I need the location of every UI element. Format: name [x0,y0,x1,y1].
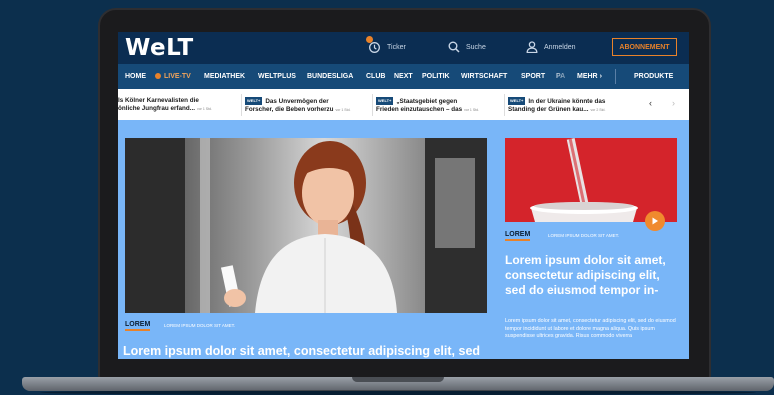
subscribe-button[interactable]: ABONNEMENT [612,38,677,56]
welt-logo[interactable]: WeLT [125,35,194,61]
nav-item-produkte[interactable]: PRODUKTE [634,73,673,80]
nav-item-next[interactable]: NEXT [394,73,413,80]
nav-item-live-tv-label: LIVE-TV [164,73,191,80]
nav-item-politik[interactable]: POLITIK [422,73,450,80]
main-nav: HOME LIVE-TV MEDIATHEK WELTPLUS BUNDESLI… [118,64,689,89]
side-story-kicker-sub: LOREM IPSUM DOLOR SIT AMET. [548,233,620,238]
side-story-teaser: Lorem ipsum dolor sit amet, consectetur … [505,318,676,339]
play-icon [652,217,658,225]
side-story-kicker[interactable]: LOREM [505,231,531,241]
ticker-item-line1: Das Unvermögen der [265,98,329,105]
ticker-item-line1: In der Ukraine könnte das [528,98,606,105]
search-button[interactable]: Suche [448,41,486,53]
ticker-label: Ticker [387,44,406,51]
ticker-item-line2: Standing der Grünen kau... [508,106,589,113]
drink-cup-photo [505,138,677,222]
news-ticker: Is Kölner Karnevalisten die önliche Jung… [118,89,689,120]
clock-icon [369,42,380,53]
laptop-shadow [40,390,756,395]
nav-more-button[interactable]: MEHR › [577,73,602,80]
nav-divider [615,69,616,84]
nav-item-weltplus[interactable]: WELTPLUS [258,73,296,80]
ticker-divider [504,94,505,116]
nav-item-home[interactable]: HOME [125,73,146,80]
ticker-item-line1: „Staatsgebiet gegen [396,98,458,105]
side-story-headline[interactable]: Lorem ipsum dolor sit amet, consectetur … [505,253,681,298]
ticker-item-line1: Is Kölner Karnevalisten die [118,97,199,104]
laptop-screen: WeLT Ticker Suche Anmelden ABONNEMENT HO… [118,32,689,359]
weltplus-tag: WELT+ [508,97,526,105]
ticker-prev-arrow-icon[interactable]: ‹ [649,98,652,108]
weltplus-tag: WELT+ [245,97,263,105]
ticker-item-line2: Frieden einzutauschen – das [376,106,463,113]
laptop-base [22,377,774,391]
chevron-right-icon: › [599,73,602,80]
side-story-image[interactable] [505,138,677,222]
ticker-item[interactable]: WELT+ „Staatsgebiet gegen Frieden einzuta… [376,97,500,114]
ticker-item-line2: önliche Jungfrau erfand... [118,105,195,112]
ticker-item-time: vor 2 Std. [590,108,606,112]
nav-more-label: MEHR [577,73,598,80]
search-label: Suche [466,43,486,51]
site-header: WeLT Ticker Suche Anmelden ABONNEMENT [118,32,689,64]
woman-photo [125,138,487,313]
ticker-item-line2: Forscher, die Beben vorherzu [245,106,334,113]
ticker-item-time: vor 1 Std. [464,108,480,112]
login-button[interactable]: Anmelden [526,41,576,53]
ticker-item[interactable]: WELT+ In der Ukraine könnte das Standing … [508,97,631,114]
search-icon [448,41,460,53]
nav-item-live-tv[interactable]: LIVE-TV [155,73,191,80]
ticker-divider [241,94,242,116]
live-dot-icon [155,73,161,79]
main-story-image[interactable] [125,138,487,313]
nav-item-club[interactable]: CLUB [366,73,385,80]
ticker-item[interactable]: Is Kölner Karnevalisten die önliche Jung… [118,97,238,113]
ticker-item-time: vor 1 Std. [335,108,351,112]
main-story-headline[interactable]: Lorem ipsum dolor sit amet, consectetur … [123,344,493,358]
nav-fade [548,64,576,89]
main-story-kicker-sub: LOREM IPSUM DOLOR SIT AMET. [164,323,236,328]
nav-item-mediathek[interactable]: MEDIATHEK [204,73,245,80]
ticker-item[interactable]: WELT+ Das Unvermögen der Forscher, die Be… [245,97,368,114]
nav-item-bundesliga[interactable]: BUNDESLIGA [307,73,353,80]
nav-item-wirtschaft[interactable]: WIRTSCHAFT [461,73,507,80]
main-story-kicker[interactable]: LOREM [125,321,151,331]
ticker-divider [372,94,373,116]
user-icon [526,41,538,53]
ticker-item-time: vor 1 Std. [196,107,212,111]
weltplus-tag: WELT+ [376,97,394,105]
login-label: Anmelden [544,43,576,51]
ticker-next-arrow-icon[interactable]: › [672,98,675,108]
ticker-button[interactable]: Ticker [368,41,406,54]
video-play-button[interactable] [645,211,665,231]
nav-item-sport[interactable]: SPORT [521,73,545,80]
